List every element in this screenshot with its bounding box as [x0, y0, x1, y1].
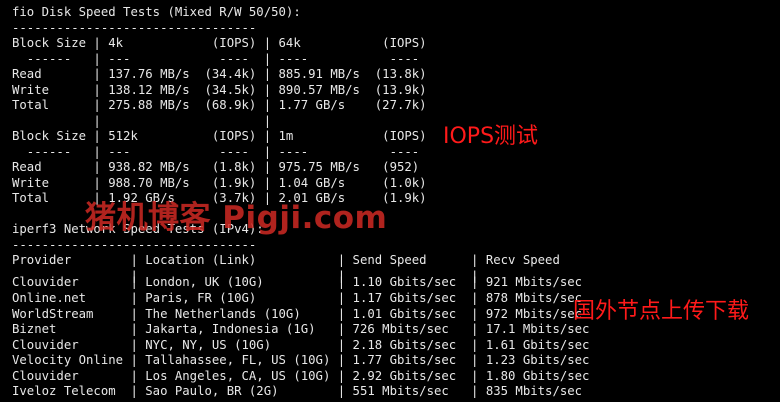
table-row: WorldStream | The Netherlands (10G) | 1.…: [12, 307, 583, 321]
iperf-header-row: Provider | Location (Link) | Send Speed …: [12, 253, 560, 267]
iops-test-annotation: IOPS测试: [443, 124, 539, 149]
fio-read-row-2: Read | 938.82 MB/s (1.8k) | 975.75 MB/s …: [12, 160, 420, 174]
fio-spacer-row: | |: [12, 113, 272, 128]
table-row: Clouvider | NYC, NY, US (10G) | 2.18 Gbi…: [12, 338, 590, 352]
fio-total-row-1: Total | 275.88 MB/s (68.9k) | 1.77 GB/s …: [12, 98, 427, 112]
fio-separator: ---------------------------------: [12, 20, 257, 35]
watermark: 猪机博客 Pigji.com: [85, 200, 388, 236]
table-row: Clouvider | Los Angeles, CA, US (10G) | …: [12, 369, 590, 383]
fio-header-row-1: Block Size | 4k (IOPS) | 64k (IOPS): [12, 36, 427, 50]
table-row: Velocity Online | Tallahassee, FL, US (1…: [12, 353, 590, 367]
table-row: Iveloz Telecom | Sao Paulo, BR (2G) | 55…: [12, 384, 583, 398]
iperf-separator: ---------------------------------: [12, 237, 257, 252]
fio-header-row-2: Block Size | 512k (IOPS) | 1m (IOPS): [12, 129, 427, 143]
fio-dashes-row-1: ------ | --- ---- | ---- ----: [12, 51, 420, 66]
fio-read-row-1: Read | 137.76 MB/s (34.4k) | 885.91 MB/s…: [12, 67, 427, 81]
fio-write-row-2: Write | 988.70 MB/s (1.9k) | 1.04 GB/s (…: [12, 175, 427, 190]
fio-title: fio Disk Speed Tests (Mixed R/W 50/50):: [12, 5, 301, 19]
table-row: Biznet | Jakarta, Indonesia (1G) | 726 M…: [12, 322, 590, 336]
table-row: Online.net | Paris, FR (10G) | 1.17 Gbit…: [12, 291, 583, 305]
fio-write-row-1: Write | 138.12 MB/s (34.5k) | 890.57 MB/…: [12, 82, 427, 97]
table-row: Clouvider | London, UK (10G) | 1.10 Gbit…: [12, 275, 583, 289]
fio-dashes-row-2: ------ | --- ---- | ---- ----: [12, 144, 420, 159]
intl-nodes-annotation: 国外节点上传下载: [573, 299, 750, 324]
